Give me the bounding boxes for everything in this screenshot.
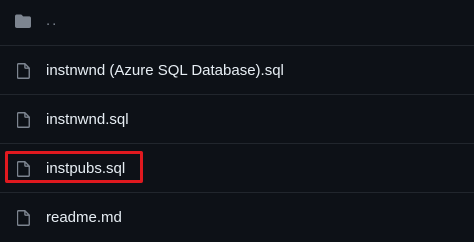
file-row[interactable]: readme.md <box>0 194 474 242</box>
row-divider <box>0 94 474 95</box>
row-divider <box>0 143 474 144</box>
file-icon <box>15 63 31 79</box>
file-link[interactable]: instnwnd.sql <box>46 110 129 130</box>
file-row[interactable]: instnwnd (Azure SQL Database).sql <box>0 47 474 95</box>
file-icon <box>15 210 31 226</box>
parent-directory-row[interactable]: .. <box>0 0 474 45</box>
folder-icon <box>15 13 31 29</box>
row-divider <box>0 192 474 193</box>
parent-directory-label[interactable]: .. <box>46 11 58 31</box>
row-divider <box>0 45 474 46</box>
highlight-annotation <box>5 151 143 183</box>
file-icon <box>15 112 31 128</box>
file-row[interactable]: instnwnd.sql <box>0 96 474 144</box>
file-link[interactable]: instnwnd (Azure SQL Database).sql <box>46 61 284 81</box>
file-list: .. instnwnd (Azure SQL Database).sql ins… <box>0 0 474 242</box>
file-link[interactable]: readme.md <box>46 208 122 228</box>
